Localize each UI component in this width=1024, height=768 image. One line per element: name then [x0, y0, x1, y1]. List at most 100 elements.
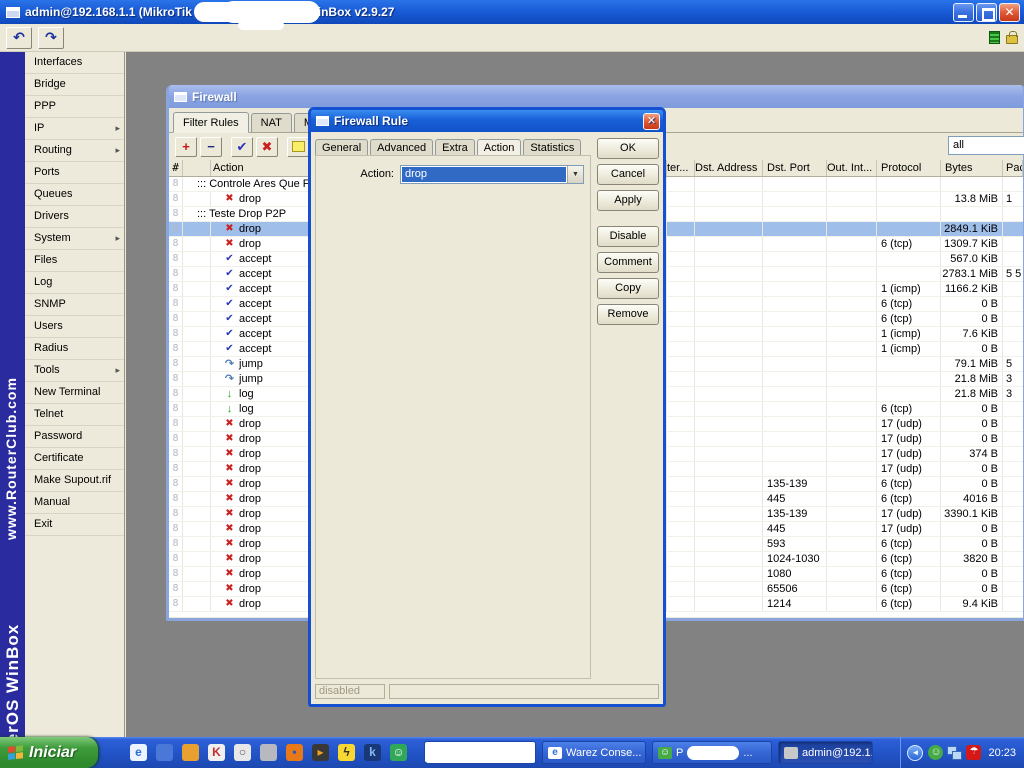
sidebar-item-ppp[interactable]: PPP	[25, 96, 124, 118]
cell-packets: 5	[1006, 358, 1013, 370]
sidebar-item-users[interactable]: Users	[25, 316, 124, 338]
media-player-icon[interactable]: ▸	[312, 744, 329, 761]
dialog-titlebar[interactable]: Firewall Rule ✕	[311, 110, 663, 132]
kazaa-icon[interactable]: k	[364, 744, 381, 761]
accept-icon: ✔	[225, 328, 234, 339]
image-viewer-icon[interactable]	[182, 744, 199, 761]
sidebar-item-queues[interactable]: Queues	[25, 184, 124, 206]
sidebar-item-snmp[interactable]: SNMP	[25, 294, 124, 316]
cell-dst-address	[695, 522, 763, 536]
dropdown-arrow-icon[interactable]: ▼	[567, 166, 583, 183]
ok-button[interactable]: OK	[597, 138, 659, 159]
minimize-button[interactable]	[953, 2, 974, 22]
status-extra	[389, 684, 659, 699]
row-number-cell: 8	[169, 567, 183, 581]
dialog-close-icon[interactable]: ✕	[643, 112, 660, 130]
cell-dst-port	[763, 282, 827, 296]
start-button[interactable]: Iniciar	[0, 737, 98, 768]
filter-dropdown[interactable]: all	[948, 136, 1024, 155]
sidebar-item-manual[interactable]: Manual	[25, 492, 124, 514]
sidebar-item-tools[interactable]: Tools ▸	[25, 360, 124, 382]
tab-filter-rules[interactable]: Filter Rules	[173, 112, 249, 133]
add-rule-button[interactable]: +	[175, 136, 197, 157]
ie-icon[interactable]: e	[130, 744, 147, 761]
close-button[interactable]: ✕	[999, 2, 1020, 22]
sidebar-item-exit[interactable]: Exit	[25, 514, 124, 536]
cell-packets	[1003, 327, 1023, 341]
messenger-icon[interactable]: ☺	[390, 744, 407, 761]
taskbar-task-p[interactable]: ☺ P...	[652, 741, 772, 764]
sidebar-item-files[interactable]: Files	[25, 250, 124, 272]
sidebar-item-make-supout-rif[interactable]: Make Supout.rif	[25, 470, 124, 492]
sidebar-item-telnet[interactable]: Telnet	[25, 404, 124, 426]
disable-button[interactable]: Disable	[597, 226, 659, 247]
sidebar-item-ports[interactable]: Ports	[25, 162, 124, 184]
firewall-window-titlebar[interactable]: Firewall	[169, 85, 1023, 108]
restore-button[interactable]	[976, 2, 997, 22]
undo-button[interactable]: ↶	[6, 26, 32, 49]
row-number-cell: 8	[169, 477, 183, 491]
dialog-tab-statistics[interactable]: Statistics	[523, 139, 582, 156]
cell-packets	[1003, 597, 1023, 611]
apply-button[interactable]: Apply	[597, 190, 659, 211]
enable-rule-button[interactable]: ✔	[231, 136, 253, 157]
taskbar-task-warez-conse[interactable]: e Warez Conse...	[542, 741, 646, 764]
disable-rule-button[interactable]: ✖	[256, 136, 278, 157]
cell-protocol	[877, 252, 941, 266]
sidebar-item-certificate[interactable]: Certificate	[25, 448, 124, 470]
system-tray: ◄ ☺ ☂ 20:23	[900, 737, 1024, 768]
submenu-arrow-icon: ▸	[115, 233, 120, 243]
cell-bytes: 0 B	[941, 402, 1003, 416]
remove-rule-button[interactable]: −	[200, 136, 222, 157]
dialog-tab-extra[interactable]: Extra	[435, 139, 475, 156]
cell-dst-address	[695, 237, 763, 251]
action-dropdown[interactable]: drop ▼	[400, 165, 584, 184]
sidebar-item-password[interactable]: Password	[25, 426, 124, 448]
sidebar-item-radius[interactable]: Radius	[25, 338, 124, 360]
drop-icon: ✖	[225, 523, 234, 534]
sidebar-item-drivers[interactable]: Drivers	[25, 206, 124, 228]
hide-icons-chevron[interactable]: ◄	[907, 744, 924, 761]
row-number-cell: 8	[169, 237, 183, 251]
cell-dst-port: 593	[763, 537, 827, 551]
cell-out-interface	[827, 207, 877, 221]
taskbar-task-redacted[interactable]	[424, 741, 536, 764]
comment-button[interactable]: Comment	[597, 252, 659, 273]
copy-button[interactable]: Copy	[597, 278, 659, 299]
sidebar-item-label: SNMP	[34, 298, 66, 310]
winamp-icon[interactable]: ϟ	[338, 744, 355, 761]
row-number-cell: 8	[169, 357, 183, 371]
antivirus-tray-icon[interactable]: ☂	[966, 745, 982, 760]
taskbar-task-admin-192-1[interactable]: admin@192.1...	[778, 741, 873, 764]
sidebar-item-log[interactable]: Log	[25, 272, 124, 294]
cell-dst-port	[763, 297, 827, 311]
tab-nat[interactable]: NAT	[250, 113, 292, 132]
redo-button[interactable]: ↷	[38, 26, 64, 49]
sidebar-item-interfaces[interactable]: Interfaces	[25, 52, 124, 74]
sidebar-item-bridge[interactable]: Bridge	[25, 74, 124, 96]
comment-button[interactable]	[287, 136, 309, 157]
cell-bytes: 0 B	[941, 312, 1003, 326]
sidebar-item-routing[interactable]: Routing ▸	[25, 140, 124, 162]
firefox-icon[interactable]: •	[286, 744, 303, 761]
sidebar-item-system[interactable]: System ▸	[25, 228, 124, 250]
messenger-tray-icon[interactable]: ☺	[928, 745, 944, 760]
rule-action-label: jump	[239, 358, 263, 370]
cancel-button[interactable]: Cancel	[597, 164, 659, 185]
search-icon[interactable]: ○	[234, 744, 251, 761]
action-tab-page: Action: drop ▼	[315, 155, 591, 679]
cell-in-interface	[667, 402, 695, 416]
gray-app-icon[interactable]	[260, 744, 277, 761]
column-header-out-int: Out. Int...	[827, 160, 877, 176]
cell-flags	[183, 537, 211, 551]
dialog-tab-general[interactable]: General	[315, 139, 369, 156]
firewall-rule-dialog: Firewall Rule ✕ General Advanced Extra Acti…	[308, 107, 666, 707]
kmeleon-icon[interactable]: K	[208, 744, 225, 761]
network-tray-icon[interactable]	[947, 745, 963, 760]
remove-button[interactable]: Remove	[597, 304, 659, 325]
sidebar-item-ip[interactable]: IP ▸	[25, 118, 124, 140]
explorer-window-icon[interactable]	[156, 744, 173, 761]
cell-out-interface	[827, 252, 877, 266]
dialog-tab-advanced[interactable]: Advanced	[370, 139, 434, 156]
sidebar-item-new-terminal[interactable]: New Terminal	[25, 382, 124, 404]
